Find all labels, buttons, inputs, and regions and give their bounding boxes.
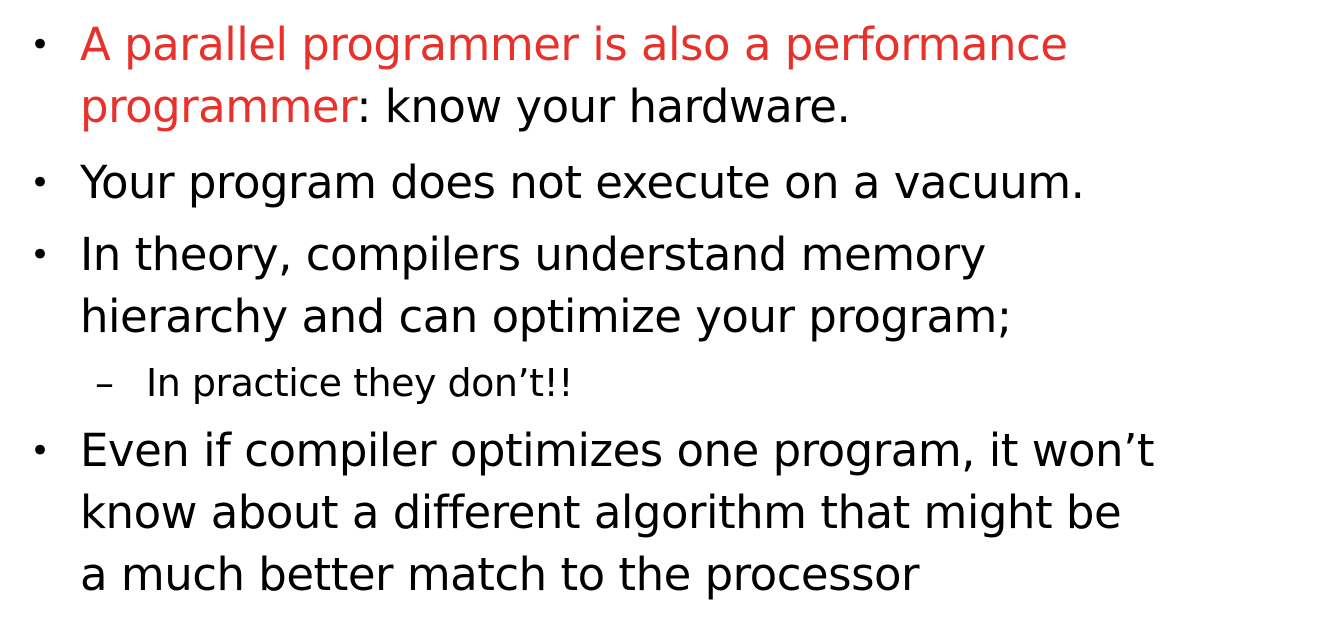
bullet-3-symbol: •	[30, 235, 51, 275]
bullet-1-highlight: A parallel programmer is also a performa…	[80, 18, 1068, 71]
bullet-1-line-1: A parallel programmer is also a performa…	[80, 14, 1335, 76]
bullet-2-line-1: Your program does not execute on a vacuu…	[80, 156, 1085, 209]
bullet-3-line-1: In theory, compilers understand memory	[80, 228, 986, 281]
bullet-2-text: Your program does not execute on a vacuu…	[80, 152, 1335, 214]
bullet-4-text: Even if compiler optimizes one program, …	[80, 420, 1335, 606]
sub-bullet-symbol: –	[95, 361, 114, 405]
bullet-4-line-2: know about a different algorithm that mi…	[80, 486, 1122, 539]
bullet-3-text: In theory, compilers understand memory h…	[80, 224, 1335, 348]
bullet-3-line-2: hierarchy and can optimize your program;	[80, 290, 1012, 343]
sub-bullet-text: In practice they don’t!!	[146, 361, 573, 405]
bullet-1-line-2: programmer: know your hardware.	[80, 76, 1335, 138]
bullet-1-text: A parallel programmer is also a performa…	[80, 14, 1335, 138]
bullet-4-line-1: Even if compiler optimizes one program, …	[80, 424, 1155, 477]
bullet-2-symbol: •	[30, 163, 51, 203]
bullet-1-symbol: •	[30, 25, 51, 65]
bullet-4-symbol: •	[30, 431, 51, 471]
bullet-4-line-3: a much better match to the processor	[80, 548, 920, 601]
slide-content: • A parallel programmer is also a perfor…	[0, 0, 1342, 620]
bullet-1-rest: : know your hardware.	[356, 80, 851, 133]
bullet-1-highlight-cont: programmer	[80, 80, 357, 133]
